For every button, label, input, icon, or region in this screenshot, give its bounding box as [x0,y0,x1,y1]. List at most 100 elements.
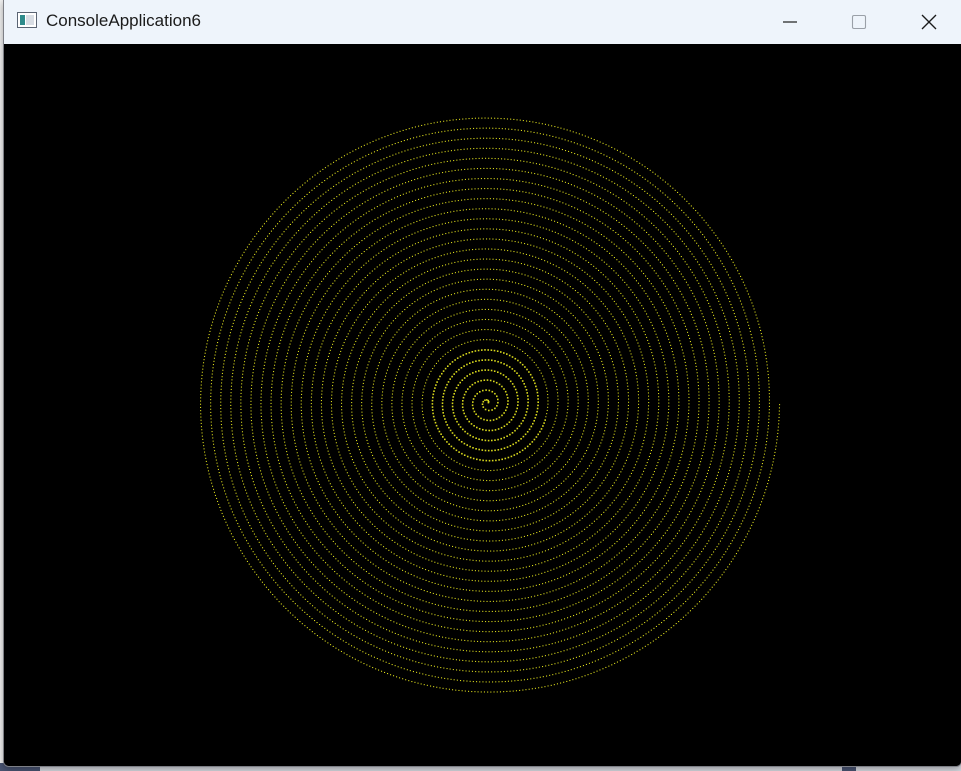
spiral-dot [292,498,294,500]
spiral-dot [542,357,544,359]
spiral-dot [461,452,463,455]
spiral-dot [531,501,533,503]
spiral-dot [393,453,395,455]
spiral-dot [523,383,525,385]
spiral-dot [361,240,363,242]
spiral-dot [675,433,677,435]
spiral-dot [511,368,514,370]
spiral-dot [348,512,350,514]
spiral-dot [555,210,557,212]
minimize-button[interactable] [755,0,825,44]
spiral-dot [343,428,345,430]
spiral-dot [427,304,429,306]
spiral-dot [321,249,323,251]
spiral-dot [310,343,312,345]
spiral-dot [673,499,675,501]
spiral-dot [398,532,400,534]
spiral-dot [669,458,671,460]
spiral-dot [484,399,486,401]
spiral-dot [374,497,376,499]
spiral-dot [627,344,629,346]
spiral-dot [335,263,337,265]
spiral-dot [683,444,685,446]
spiral-dot [315,272,317,274]
spiral-dot [697,331,699,333]
spiral-dot [333,429,335,431]
spiral-dot [386,327,388,329]
spiral-dot [335,528,337,530]
spiral-dot [547,560,549,562]
maximize-button[interactable] [824,0,894,44]
spiral-dot [544,561,546,563]
spiral-dot [604,323,606,325]
spiral-dot [606,250,608,252]
spiral-dot [461,379,464,381]
spiral-dot [346,540,348,542]
spiral-dot [438,552,440,554]
spiral-dot [526,524,528,526]
spiral-dot [539,269,541,271]
spiral-dot [477,509,479,511]
spiral-dot [553,513,555,515]
spiral-dot [661,280,663,282]
spiral-dot [609,280,611,282]
spiral-dot [301,416,303,418]
spiral-dot [369,449,371,451]
spiral-dot [280,397,282,399]
spiral-dot [509,333,511,335]
spiral-dot [502,549,504,551]
spiral-dot [337,497,339,499]
spiral-dot [311,415,313,417]
spiral-dot [404,225,406,227]
spiral-dot [371,412,373,414]
spiral-dot [485,621,487,623]
spiral-dot [508,487,510,489]
spiral-dot [282,333,284,335]
spiral-dot [351,531,353,533]
console-app-icon[interactable] [17,12,37,28]
spiral-dot [302,470,304,472]
spiral-dot [632,470,634,472]
spiral-dot [405,214,407,216]
spiral-dot [465,249,467,251]
spiral-dot [642,512,644,514]
spiral-dot [631,231,633,233]
spiral-dot [359,578,361,580]
spiral-dot [481,359,483,361]
spiral-dot [602,539,604,541]
spiral-dot [374,480,376,482]
spiral-dot [407,319,409,321]
spiral-dot [524,201,526,203]
spiral-dot [524,352,526,354]
spiral-dot [667,489,669,491]
spiral-dot [613,556,615,558]
spiral-dot [512,271,514,273]
spiral-dot [643,470,645,472]
spiral-dot [616,382,618,384]
spiral-dot [501,414,503,417]
spiral-dot [647,411,649,413]
spiral-dot [526,607,528,609]
spiral-dot [331,410,333,412]
spiral-dot [387,258,389,260]
spiral-dot [593,369,595,371]
spiral-dot [388,574,390,576]
spiral-dot [406,203,408,205]
spiral-dot [565,464,567,466]
spiral-dot [644,541,646,543]
spiral-dot [404,593,406,595]
title-bar[interactable]: ConsoleApplication6 [4,0,961,44]
spiral-dot [479,339,481,341]
spiral-dot [588,444,590,446]
spiral-dot [516,407,518,410]
spiral-dot [380,250,382,252]
close-button[interactable] [894,0,961,44]
spiral-dot [518,231,520,233]
spiral-dot [609,355,611,357]
spiral-dot [649,519,651,521]
spiral-dot [691,454,693,456]
spiral-dot [566,271,568,273]
spiral-dot [598,516,600,518]
spiral-dot [524,243,526,245]
spiral-dot [527,535,529,537]
